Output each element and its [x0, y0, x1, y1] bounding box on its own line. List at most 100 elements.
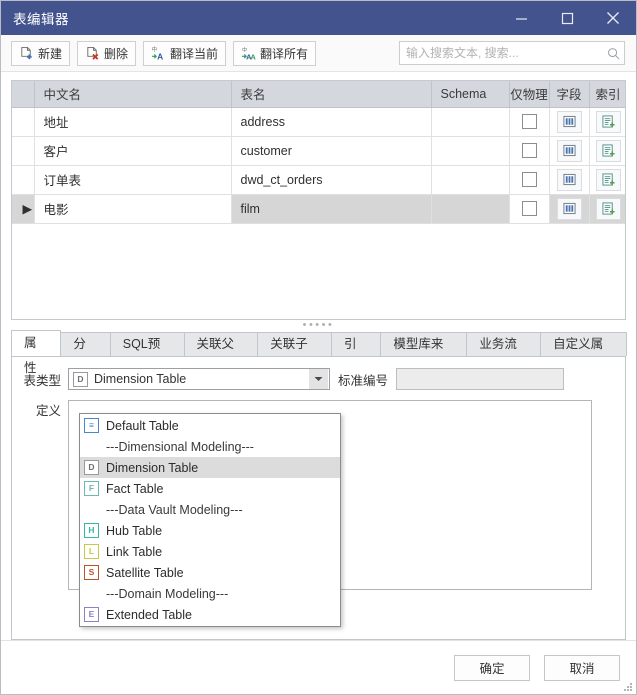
tab-partition[interactable]: 分区	[60, 332, 111, 374]
dialog-footer: 确定 取消	[1, 640, 636, 694]
fields-button[interactable]	[556, 168, 582, 191]
index-button[interactable]	[595, 197, 621, 220]
extended-table-icon: E	[84, 607, 99, 622]
col-header-fields[interactable]: 字段	[549, 81, 590, 108]
cell-schema[interactable]	[431, 194, 510, 224]
panel-splitter[interactable]: •••••	[1, 320, 636, 331]
cell-physical-only[interactable]	[509, 136, 550, 166]
table-type-combobox[interactable]: D Dimension Table	[68, 368, 330, 390]
translate-current-button[interactable]: 中 A 翻译当前	[143, 40, 227, 66]
dropdown-item-extended-table[interactable]: E Extended Table	[80, 604, 340, 625]
table-row[interactable]: ▶ 电影 film	[12, 194, 625, 224]
index-button[interactable]	[595, 110, 621, 133]
cell-cn-name[interactable]: 订单表	[34, 165, 232, 195]
physical-only-checkbox[interactable]	[521, 143, 537, 159]
index-button[interactable]	[595, 168, 621, 191]
resize-grip-icon[interactable]	[621, 680, 633, 692]
fields-button[interactable]	[556, 197, 582, 220]
dropdown-item-dimension-table[interactable]: D Dimension Table	[80, 457, 340, 478]
tab-child-tables[interactable]: 关联子表	[257, 332, 332, 374]
new-button[interactable]: 新建	[11, 40, 71, 66]
tables-grid[interactable]: 中文名 表名 Schema 仅物理 字段 索引 地址 address 客户 cu…	[11, 80, 626, 320]
hub-table-icon: H	[84, 523, 99, 538]
maximize-button[interactable]	[544, 1, 590, 35]
std-no-input[interactable]	[396, 368, 564, 390]
col-header-table-name[interactable]: 表名	[231, 81, 432, 108]
cell-physical-only[interactable]	[509, 165, 550, 195]
translate-current-icon: 中 A	[152, 46, 164, 61]
cell-index[interactable]	[589, 136, 625, 166]
satellite-table-icon: S	[84, 565, 99, 580]
tab-model-source[interactable]: 模型库来源	[380, 332, 468, 374]
cell-index[interactable]	[589, 107, 625, 137]
dropdown-item-fact-table[interactable]: F Fact Table	[80, 478, 340, 499]
dropdown-item-label: Default Table	[106, 418, 179, 433]
toolbar: 新建 删除 中 A 翻译当前 中 A A 翻译所有 输入搜索文本, 搜索...	[1, 35, 636, 72]
cell-table-name[interactable]: dwd_ct_orders	[231, 165, 432, 195]
dropdown-item-link-table[interactable]: L Link Table	[80, 541, 340, 562]
cell-index[interactable]	[589, 194, 625, 224]
delete-button[interactable]: 删除	[77, 40, 137, 66]
dropdown-item-satellite-table[interactable]: S Satellite Table	[80, 562, 340, 583]
index-button[interactable]	[595, 139, 621, 162]
default-table-icon: ≡	[84, 418, 99, 433]
cell-schema[interactable]	[431, 136, 510, 166]
close-icon	[607, 12, 619, 24]
minimize-button[interactable]	[498, 1, 544, 35]
dropdown-item-label: Extended Table	[106, 607, 192, 622]
cell-index[interactable]	[589, 165, 625, 195]
tab-reference[interactable]: 引用	[331, 332, 382, 374]
col-header-cn-name[interactable]: 中文名	[34, 81, 232, 108]
table-row[interactable]: 订单表 dwd_ct_orders	[12, 165, 625, 195]
cell-cn-name[interactable]: 地址	[34, 107, 232, 137]
cancel-button[interactable]: 取消	[544, 654, 620, 681]
table-type-dropdown-list[interactable]: ≡ Default Table ---Dimensional Modeling-…	[79, 413, 341, 627]
tab-properties[interactable]: 属性	[11, 330, 62, 375]
col-header-index[interactable]: 索引	[589, 81, 625, 108]
window-controls	[498, 1, 636, 35]
dropdown-item-label: Fact Table	[106, 481, 164, 496]
tables-grid-area: 中文名 表名 Schema 仅物理 字段 索引 地址 address 客户 cu…	[1, 72, 636, 320]
cell-physical-only[interactable]	[509, 107, 550, 137]
link-table-icon: L	[84, 544, 99, 559]
cell-physical-only[interactable]	[509, 194, 550, 224]
cell-fields[interactable]	[549, 165, 590, 195]
chevron-down-icon[interactable]	[309, 369, 328, 389]
cell-cn-name[interactable]: 电影	[34, 194, 232, 224]
cell-table-name[interactable]: film	[231, 194, 432, 224]
table-row[interactable]: 客户 customer	[12, 136, 625, 166]
fields-button[interactable]	[556, 110, 582, 133]
search-input[interactable]	[400, 43, 602, 63]
physical-only-checkbox[interactable]	[521, 172, 537, 188]
col-header-schema[interactable]: Schema	[431, 81, 510, 108]
cell-fields[interactable]	[549, 194, 590, 224]
dropdown-item-label: Hub Table	[106, 523, 163, 538]
translate-all-button[interactable]: 中 A A 翻译所有	[233, 40, 317, 66]
ok-button[interactable]: 确定	[454, 654, 530, 681]
tab-business-process[interactable]: 业务流程	[466, 332, 542, 374]
col-header-physical-only[interactable]: 仅物理	[509, 81, 550, 108]
row-indicator	[12, 107, 35, 137]
close-button[interactable]	[590, 1, 636, 35]
dropdown-item-default-table[interactable]: ≡ Default Table	[80, 415, 340, 436]
search-icon[interactable]	[602, 47, 624, 60]
index-add-icon	[601, 144, 615, 157]
physical-only-checkbox[interactable]	[521, 114, 537, 130]
table-row[interactable]: 地址 address	[12, 107, 625, 137]
fields-button[interactable]	[556, 139, 582, 162]
tab-custom-properties[interactable]: 自定义属性	[540, 332, 627, 374]
tab-parent-tables[interactable]: 关联父表	[183, 332, 259, 374]
cell-fields[interactable]	[549, 107, 590, 137]
window-title: 表编辑器	[13, 12, 69, 27]
search-box[interactable]	[399, 41, 625, 65]
cell-fields[interactable]	[549, 136, 590, 166]
cell-schema[interactable]	[431, 107, 510, 137]
physical-only-checkbox[interactable]	[521, 201, 537, 217]
cell-table-name[interactable]: customer	[231, 136, 432, 166]
chevron-glyph	[314, 377, 323, 381]
cell-table-name[interactable]: address	[231, 107, 432, 137]
tab-sql-preview[interactable]: SQL预览	[109, 332, 185, 374]
dropdown-item-hub-table[interactable]: H Hub Table	[80, 520, 340, 541]
cell-schema[interactable]	[431, 165, 510, 195]
cell-cn-name[interactable]: 客户	[34, 136, 232, 166]
